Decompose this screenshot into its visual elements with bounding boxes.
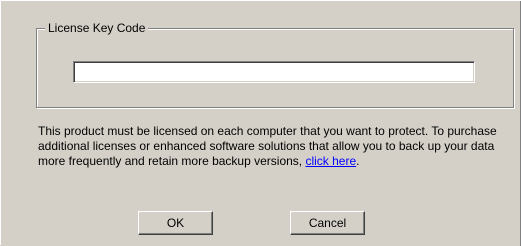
license-key-group-title: License Key Code <box>45 20 149 36</box>
click-here-link[interactable]: click here <box>305 154 356 168</box>
license-info-text: This product must be licensed on each co… <box>38 124 498 169</box>
license-key-input[interactable] <box>73 61 475 83</box>
ok-button[interactable]: OK <box>138 211 213 235</box>
license-info-period: . <box>356 154 360 168</box>
license-dialog: License Key Code This product must be li… <box>0 0 521 246</box>
license-info-message: This product must be licensed on each co… <box>38 124 497 168</box>
cancel-button[interactable]: Cancel <box>290 211 365 235</box>
